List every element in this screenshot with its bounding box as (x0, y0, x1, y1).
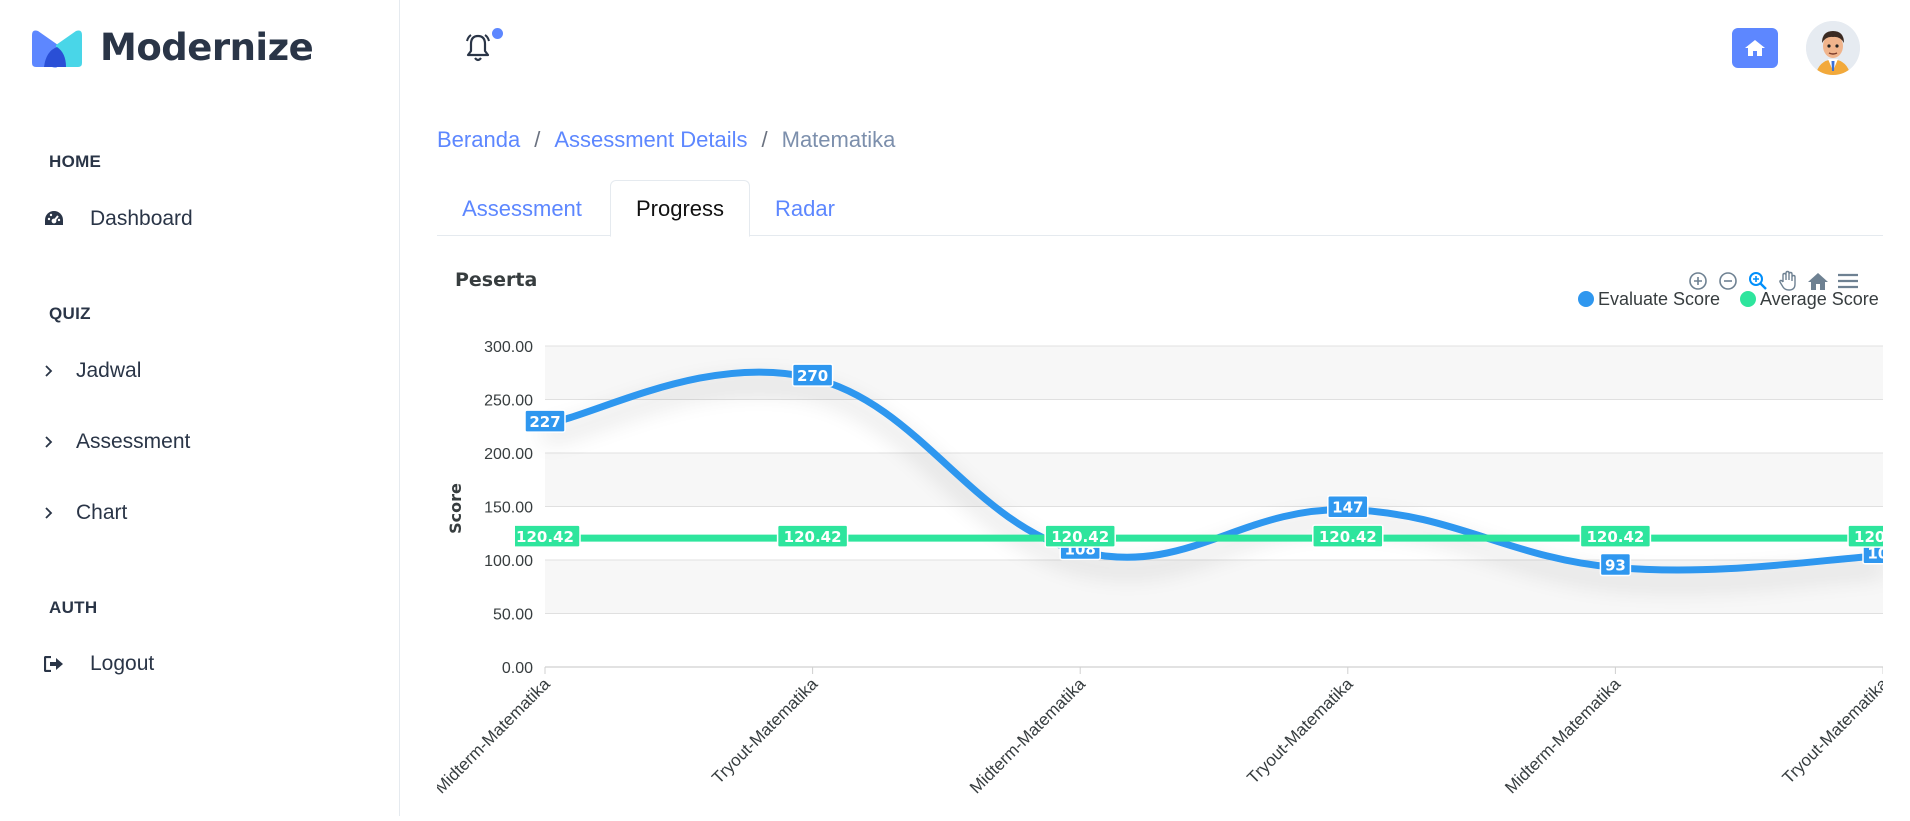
legend-marker-0 (1578, 291, 1594, 307)
y-tick-label: 50.00 (493, 607, 533, 624)
grid-band (545, 613, 1883, 667)
data-label-text: 270 (797, 367, 828, 385)
top-header (401, 0, 1910, 96)
data-label-average: 120.42 (1847, 524, 1883, 548)
data-label-text: 120.42 (784, 528, 842, 546)
breadcrumb-separator: / (761, 127, 768, 152)
menu-icon[interactable] (1835, 268, 1861, 294)
tab-bar: Assessment Progress Radar (437, 180, 1883, 237)
data-label-average: 120.42 (776, 524, 849, 548)
avatar[interactable] (1806, 21, 1860, 75)
data-label-evaluate: 93 (1599, 552, 1632, 577)
tab-assessment[interactable]: Assessment (437, 180, 607, 237)
data-label-evaluate: 270 (791, 363, 834, 387)
data-label-text: 227 (529, 413, 560, 431)
dashboard-gauge-icon (44, 208, 70, 230)
data-label-average: 120.42 (1044, 524, 1116, 548)
breadcrumb-assessment-details[interactable]: Assessment Details (554, 127, 747, 153)
sidebar-item-label: Chart (76, 501, 128, 524)
data-label-text: 93 (1605, 556, 1626, 574)
tab-radar[interactable]: Radar (750, 180, 860, 237)
line-chart: PesertaEvaluate Score Average Score0.0050… (431, 269, 1892, 797)
home-icon (1745, 40, 1765, 56)
sidebar-item-logout[interactable]: Logout (44, 652, 154, 676)
data-label-average: 120.42 (1312, 524, 1384, 548)
data-label-text: 120.42 (1854, 528, 1883, 546)
selection-zoom-icon[interactable] (1745, 268, 1771, 294)
data-label-text: 120.42 (1051, 528, 1109, 546)
data-label-text: 120.42 (1586, 528, 1644, 546)
x-tick-label: Tryout-Matematika (708, 674, 822, 788)
brand-name: Modernize (100, 26, 314, 69)
progress-chart-panel: Peserta Evaluate Score Average Score 0.00 50… (431, 255, 1892, 816)
breadcrumb-beranda[interactable]: Beranda (437, 127, 520, 153)
x-tick-label: Midterm-Matematika (1501, 674, 1624, 797)
chart-title: Peserta (455, 269, 537, 291)
data-label-text: 120.42 (1319, 528, 1377, 546)
nav-section-quiz: QUIZ (49, 304, 91, 323)
logout-icon (44, 653, 70, 675)
x-tick-label: Midterm-Matematika (437, 674, 554, 797)
chart-toolbar (1685, 268, 1861, 294)
notification-dot (492, 28, 503, 39)
y-tick-label: 300.00 (484, 339, 533, 356)
sidebar-item-label: Dashboard (90, 207, 193, 230)
y-tick-label: 0.00 (502, 660, 533, 677)
x-tick-label: Tryout-Matematika (1779, 674, 1883, 788)
data-label-average: 120.42 (515, 524, 581, 548)
x-tick-label: Midterm-Matematika (966, 674, 1089, 797)
data-label-text: 120.42 (516, 528, 574, 546)
sidebar-item-assessment[interactable]: Assessment (44, 430, 190, 454)
grid-band (545, 506, 1883, 560)
nav-section-auth: AUTH (49, 598, 98, 617)
nav-section-home: HOME (49, 152, 102, 171)
data-label-text: 147 (1332, 499, 1363, 517)
grid-band (545, 399, 1883, 453)
chevron-right-icon (44, 502, 76, 524)
sidebar-item-chart[interactable]: Chart (44, 501, 127, 525)
bell-icon[interactable] (463, 32, 493, 64)
zoom-in-icon[interactable] (1685, 268, 1711, 294)
tab-progress[interactable]: Progress (610, 180, 750, 237)
data-label-evaluate: 147 (1327, 494, 1369, 519)
y-tick-label: 100.00 (484, 553, 533, 570)
modernize-logo-icon (32, 30, 82, 68)
y-tick-label: 250.00 (484, 393, 533, 410)
breadcrumb-separator: / (534, 127, 541, 152)
y-axis-title: Score (446, 483, 465, 534)
home-button[interactable] (1732, 28, 1778, 68)
data-label-average: 120.42 (1579, 524, 1652, 548)
brand-logo-link[interactable]: Modernize (30, 26, 314, 69)
x-tick-label: Tryout-Matematika (1243, 674, 1357, 788)
sidebar-item-jadwal[interactable]: Jadwal (44, 359, 141, 383)
pan-hand-icon[interactable] (1775, 268, 1801, 294)
sidebar: Modernize HOME Dashboard QUIZ Jadwal Ass… (0, 0, 400, 816)
reset-home-icon[interactable] (1805, 268, 1831, 294)
breadcrumb: Beranda / Assessment Details / Matematik… (437, 127, 895, 153)
sidebar-item-label: Assessment (76, 430, 191, 453)
y-tick-label: 200.00 (484, 446, 533, 463)
chevron-right-icon (44, 360, 76, 382)
grid-band (545, 453, 1883, 507)
sidebar-item-label: Jadwal (76, 359, 142, 382)
sidebar-item-dashboard[interactable]: Dashboard (44, 207, 193, 231)
zoom-out-icon[interactable] (1715, 268, 1741, 294)
y-tick-label: 150.00 (484, 500, 533, 517)
breadcrumb-current: Matematika (781, 127, 896, 152)
sidebar-item-label: Logout (90, 652, 155, 675)
chevron-right-icon (44, 431, 76, 453)
data-label-evaluate: 227 (524, 409, 566, 433)
